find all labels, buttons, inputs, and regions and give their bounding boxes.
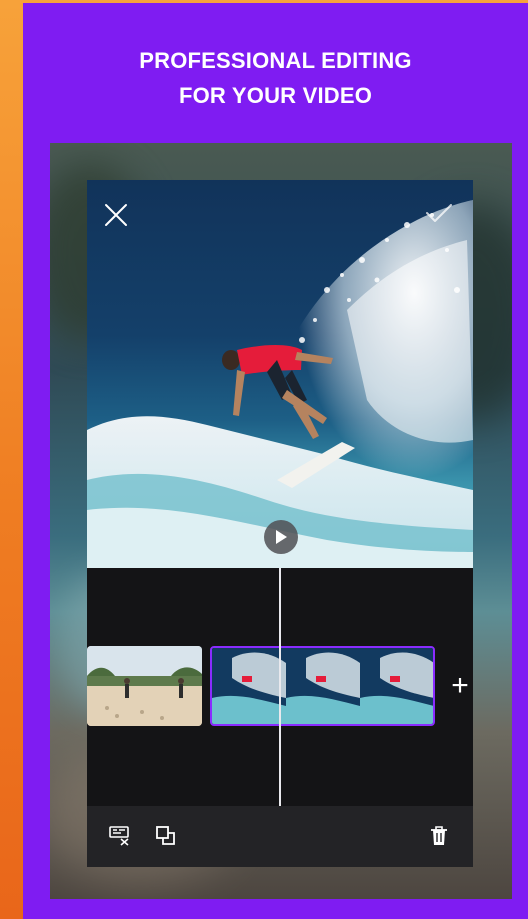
- surf-filmstrip: [212, 648, 433, 724]
- close-icon: [105, 204, 127, 226]
- timeline-clip-surf-selected[interactable]: [210, 646, 435, 726]
- timeline-clip-beach[interactable]: [87, 646, 202, 726]
- promo-headline: PROFESSIONAL EDITING FOR YOUR VIDEO: [23, 43, 528, 113]
- headline-line-2: FOR YOUR VIDEO: [178, 83, 373, 108]
- cut-tool-button[interactable]: [107, 823, 133, 849]
- headline-line-1: PROFESSIONAL EDITING: [139, 48, 412, 73]
- trash-icon: [431, 826, 447, 845]
- duplicate-tool-button[interactable]: [153, 823, 179, 849]
- editor-toolbar: [87, 806, 473, 867]
- surf-image: [87, 200, 473, 568]
- beach-thumbnail: [87, 646, 202, 726]
- video-preview[interactable]: [87, 180, 473, 568]
- video-editor-screen: +: [87, 180, 473, 867]
- playhead[interactable]: [279, 568, 281, 806]
- add-clip-button[interactable]: +: [447, 671, 473, 701]
- delete-tool-button[interactable]: [426, 823, 452, 849]
- promo-card: PROFESSIONAL EDITING FOR YOUR VIDEO +: [23, 3, 528, 919]
- duplicate-icon: [156, 826, 175, 845]
- close-button[interactable]: [103, 202, 133, 232]
- play-icon: [276, 530, 287, 544]
- check-icon: [426, 204, 452, 222]
- cut-icon: [109, 826, 129, 846]
- confirm-button[interactable]: [425, 202, 455, 232]
- play-button[interactable]: [264, 520, 298, 554]
